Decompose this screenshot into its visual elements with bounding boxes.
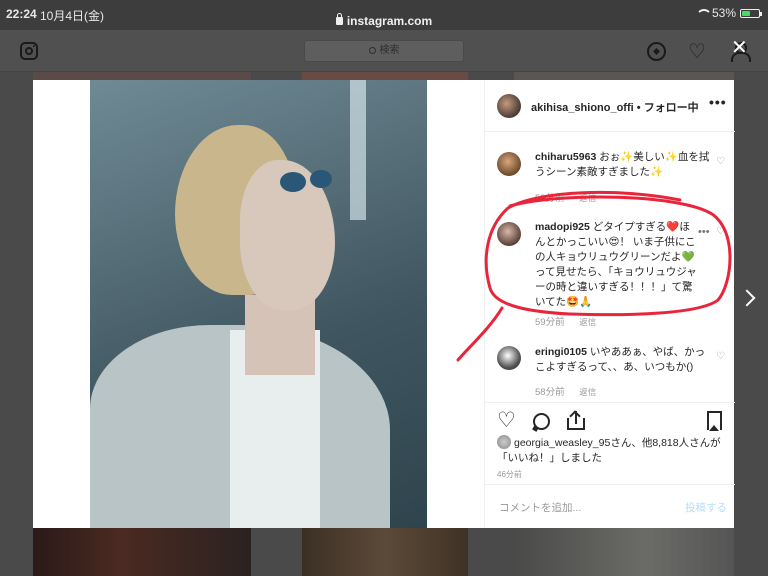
- author-username[interactable]: akihisa_shiono_offi: [531, 102, 634, 114]
- search-icon: [368, 47, 376, 54]
- follow-status[interactable]: フォロー中: [644, 102, 699, 114]
- heart-icon[interactable]: ♡: [688, 42, 706, 62]
- close-icon[interactable]: ✕: [731, 38, 748, 58]
- feed-thumbnail[interactable]: [514, 528, 734, 576]
- like-heart-icon[interactable]: ♡: [497, 410, 516, 431]
- liker-avatar[interactable]: [497, 435, 511, 449]
- status-bar: 22:24 10月4日(金) instagram.com 53%: [0, 0, 768, 30]
- bookmark-icon[interactable]: [707, 411, 722, 431]
- instagram-top-bar: 検索 ♡: [0, 30, 768, 72]
- search-placeholder: 検索: [379, 45, 400, 56]
- address-bar[interactable]: instagram.com: [0, 13, 768, 28]
- red-annotation-circle: [456, 190, 732, 362]
- likes-summary: georgia_weasley_95さん、他8,818人さんが「いいね！」しまし…: [497, 435, 727, 466]
- comment-text: chiharu5963 おぉ✨美しい✨血を拭うシーン素敵すぎました✨: [535, 150, 715, 180]
- likes-text: georgia_weasley_95さん、他8,818人さんが「いいね！」しまし…: [497, 437, 721, 464]
- comment-meta: 58分前 返信: [535, 384, 596, 398]
- comment-avatar[interactable]: [497, 152, 521, 176]
- comment-reply-button[interactable]: 返信: [579, 387, 596, 397]
- photo-light: [350, 80, 366, 220]
- lock-icon: [335, 13, 343, 25]
- post-header: akihisa_shiono_offi • フォロー中 •••: [485, 80, 735, 132]
- status-right: 53%: [695, 6, 762, 20]
- photo-sunglasses: [310, 170, 332, 188]
- more-options-icon[interactable]: •••: [709, 94, 727, 110]
- search-input[interactable]: 検索: [304, 40, 464, 62]
- header-separator: •: [636, 102, 641, 114]
- add-comment-bar: コメントを追加... 投稿する: [485, 484, 735, 528]
- photo-sunglasses: [280, 172, 306, 192]
- comment-bubble-icon[interactable]: [533, 413, 550, 430]
- add-comment-input[interactable]: コメントを追加...: [499, 500, 581, 515]
- post-photo[interactable]: [90, 80, 427, 528]
- post-media-area: [33, 80, 484, 528]
- battery-percent: 53%: [711, 6, 736, 20]
- post-time: 46分前: [497, 470, 522, 479]
- feed-thumbnail[interactable]: [33, 528, 251, 576]
- battery-icon: [740, 8, 762, 18]
- compass-icon[interactable]: [647, 42, 666, 61]
- author-line: akihisa_shiono_offi • フォロー中: [531, 99, 699, 115]
- instagram-logo-icon[interactable]: [20, 42, 38, 60]
- wifi-icon: [695, 8, 712, 18]
- post-comment-button[interactable]: 投稿する: [685, 500, 727, 515]
- comment-time: 58分前: [535, 387, 565, 398]
- address-url: instagram.com: [346, 14, 433, 28]
- author-avatar[interactable]: [497, 94, 521, 118]
- feed-thumbnail[interactable]: [302, 528, 468, 576]
- comment-like-heart-icon[interactable]: ♡: [716, 156, 725, 167]
- share-icon[interactable]: [567, 410, 585, 431]
- post-actions: ♡: [485, 402, 735, 432]
- next-post-chevron-icon[interactable]: [738, 289, 756, 307]
- comment-username[interactable]: chiharu5963: [535, 151, 596, 163]
